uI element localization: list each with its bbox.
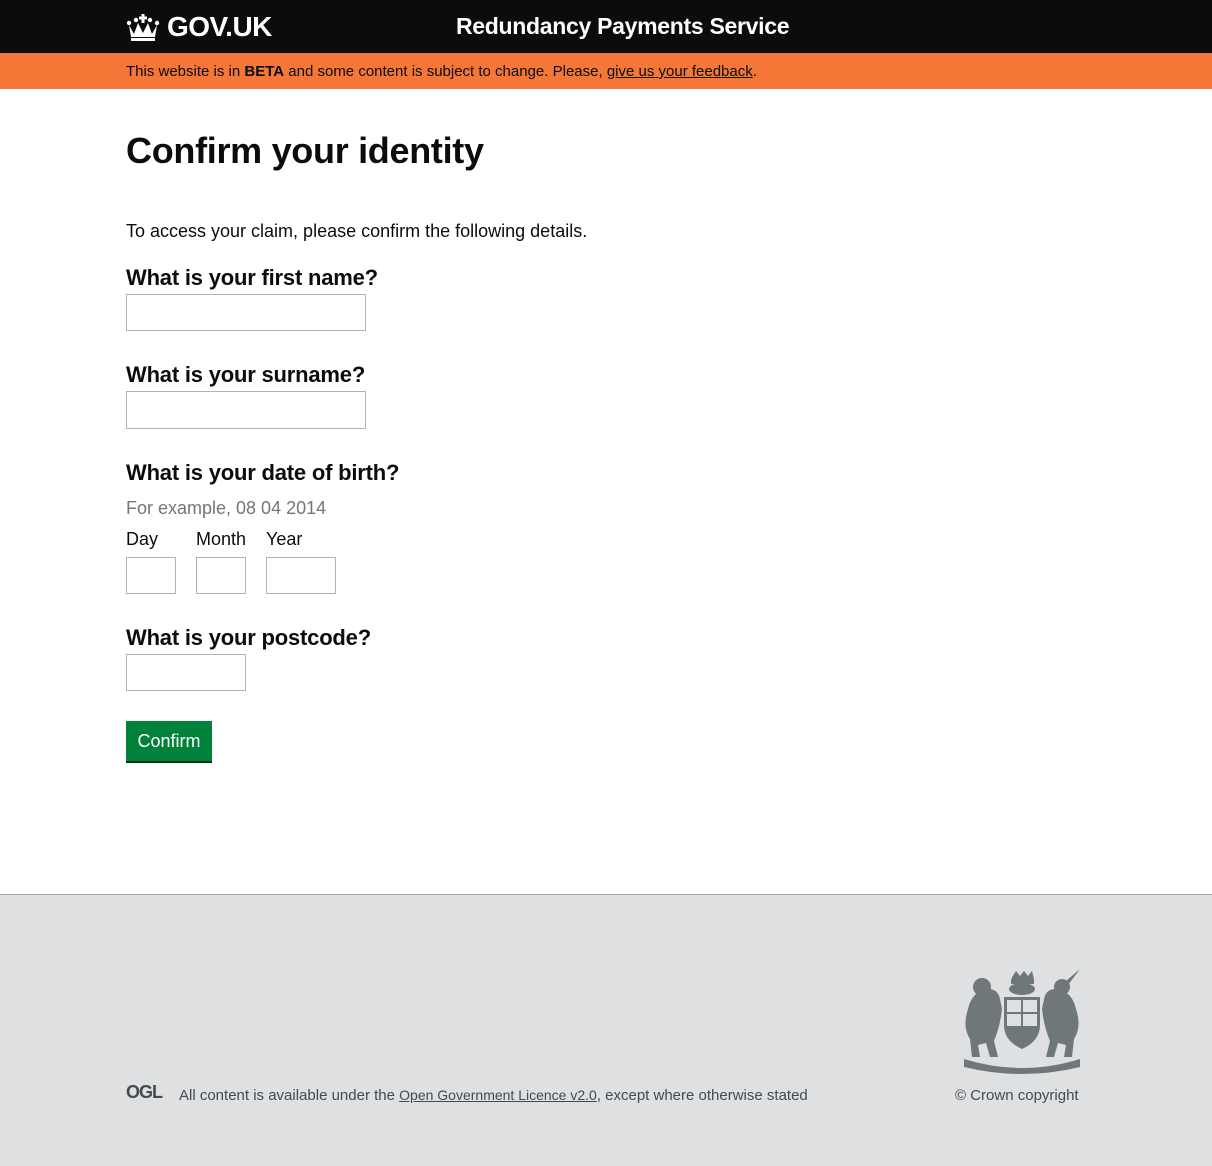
beta-banner: This website is in BETA and some content…: [0, 53, 1212, 89]
licence-link[interactable]: Open Government Licence v2.0: [399, 1087, 597, 1103]
dob-label: What is your date of birth?: [126, 460, 400, 485]
dob-day-input[interactable]: [126, 557, 176, 594]
royal-coat-of-arms-icon: [964, 969, 1080, 1074]
licence-text: All content is available under the Open …: [179, 1087, 808, 1104]
site-header: GOV.UK Redundancy Payments Service: [0, 0, 1212, 53]
crown-copyright-link[interactable]: © Crown copyright: [955, 1086, 1079, 1105]
intro-text: To access your claim, please confirm the…: [126, 221, 588, 241]
crown-icon: [126, 13, 160, 41]
site-footer: OGL All content is available under the O…: [0, 894, 1212, 1166]
dob-year-label: Year: [266, 529, 303, 549]
feedback-link[interactable]: give us your feedback: [607, 63, 753, 80]
postcode-input[interactable]: [126, 654, 246, 691]
dob-month-input[interactable]: [196, 557, 246, 594]
ogl-logo-icon: OGL: [126, 1083, 164, 1100]
postcode-label: What is your postcode?: [126, 625, 371, 650]
confirm-button[interactable]: Confirm: [126, 721, 212, 761]
beta-banner-text: This website is in BETA and some content…: [126, 63, 757, 80]
surname-label: What is your surname?: [126, 362, 366, 387]
logo-text: GOV.UK: [167, 11, 272, 42]
phase-tag: BETA: [244, 63, 285, 80]
surname-input[interactable]: [126, 391, 366, 429]
service-name-link[interactable]: Redundancy Payments Service: [456, 11, 790, 41]
dob-day-label: Day: [126, 529, 159, 549]
first-name-input[interactable]: [126, 294, 366, 331]
dob-year-input[interactable]: [266, 557, 336, 594]
svg-text:OGL: OGL: [126, 1083, 163, 1100]
dob-month-label: Month: [196, 529, 247, 549]
page-title: Confirm your identity: [126, 130, 484, 171]
dob-hint: For example, 08 04 2014: [126, 498, 327, 518]
first-name-label: What is your first name?: [126, 265, 378, 290]
govuk-logo-link[interactable]: GOV.UK: [126, 9, 272, 45]
